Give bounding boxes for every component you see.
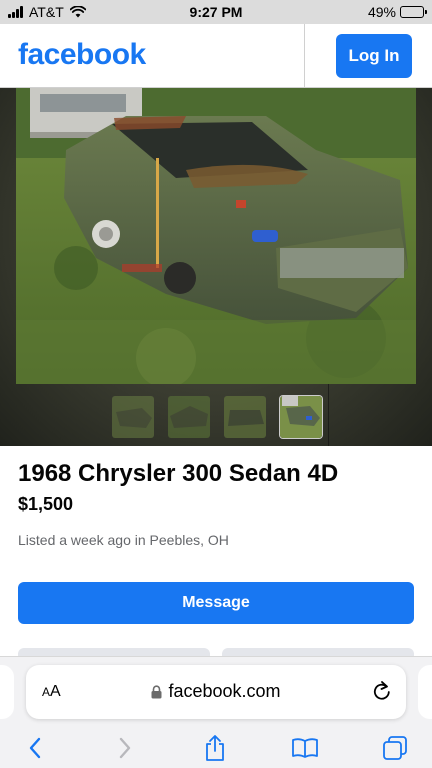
- url-display[interactable]: facebook.com: [26, 681, 406, 702]
- browser-toolbar: [0, 729, 432, 765]
- login-button[interactable]: Log In: [336, 34, 412, 78]
- previous-tab-peek[interactable]: [0, 665, 14, 719]
- lock-icon: [151, 685, 162, 699]
- next-tab-peek[interactable]: [418, 665, 432, 719]
- forward-icon[interactable]: [110, 733, 140, 763]
- tabs-icon[interactable]: [380, 733, 410, 763]
- thumbnail-3[interactable]: [224, 396, 266, 438]
- photo-gallery: [0, 88, 432, 446]
- thumbnail-2[interactable]: [168, 396, 210, 438]
- url-text: facebook.com: [168, 681, 281, 701]
- listing-title: 1968 Chrysler 300 Sedan 4D: [18, 460, 339, 487]
- thumbnail-1[interactable]: [112, 396, 154, 438]
- thumbnail-strip: [112, 396, 322, 438]
- listing-price: $1,500: [18, 494, 74, 514]
- facebook-logo[interactable]: facebook: [18, 38, 146, 72]
- bookmarks-icon[interactable]: [290, 733, 320, 763]
- status-right: 49%: [367, 4, 427, 20]
- car-photo[interactable]: [16, 88, 416, 384]
- gallery-divider: [328, 384, 329, 446]
- listing-details: 1968 Chrysler 300 Sedan 4D $1,500 Listed…: [0, 446, 432, 658]
- header-divider: [304, 24, 305, 88]
- message-button[interactable]: Message: [18, 582, 414, 624]
- battery-percent: 49%: [367, 4, 396, 20]
- back-icon[interactable]: [20, 733, 50, 763]
- facebook-header: facebook Log In: [0, 24, 432, 88]
- status-bar: AT&T 9:27 PM 49%: [0, 0, 432, 24]
- listing-meta: Listed a week ago in Peebles, OH: [18, 532, 229, 548]
- share-icon[interactable]: [200, 733, 230, 763]
- reload-icon[interactable]: [372, 680, 392, 707]
- battery-icon: [400, 6, 427, 18]
- browser-bottom-bar: AA facebook.com: [0, 656, 432, 768]
- address-bar[interactable]: AA facebook.com: [26, 665, 406, 719]
- thumbnail-4[interactable]: [280, 396, 322, 438]
